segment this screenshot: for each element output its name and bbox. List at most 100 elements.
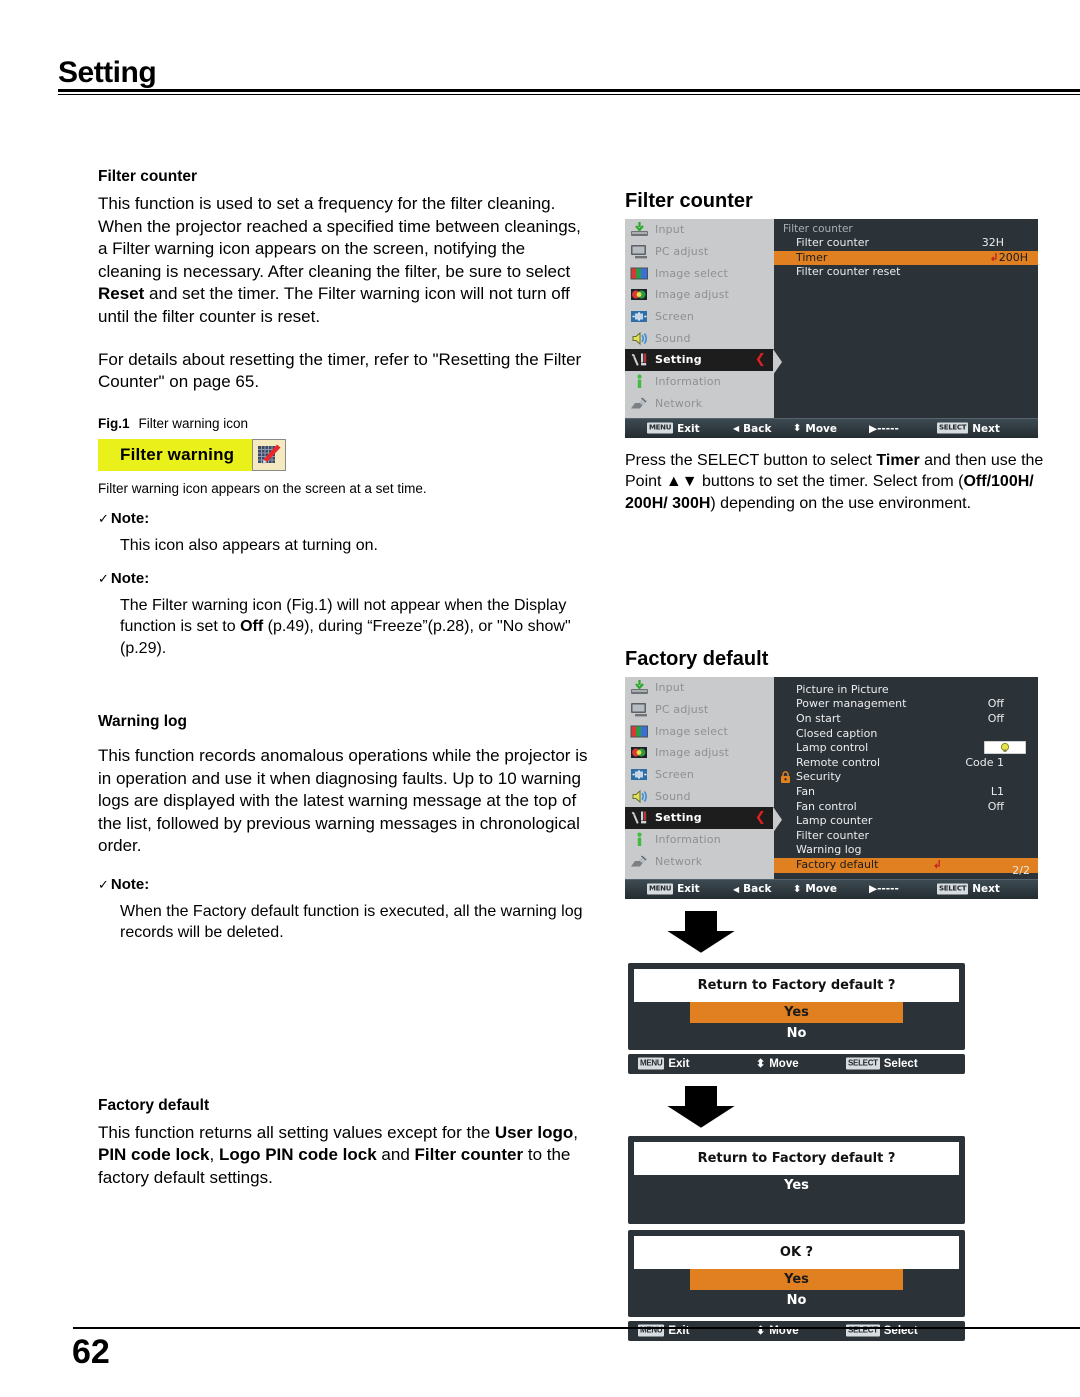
osd-option-timer[interactable]: Timer ↲200H xyxy=(774,250,1038,266)
enter-arrow-icon: ↲ xyxy=(989,250,999,264)
osd-option-filter-counter[interactable]: Filter counter 32H xyxy=(774,236,1038,251)
dialog1-move[interactable]: ⬍ Move xyxy=(756,1057,799,1071)
osd-menu-item-sound[interactable]: Sound xyxy=(625,327,774,349)
osd-menu-item-pc-adjust[interactable]: PC adjust xyxy=(625,241,774,263)
osd1-exit-label: Exit xyxy=(677,422,700,435)
osd1-exit[interactable]: MENU Exit xyxy=(647,422,700,435)
osd-option-fan[interactable]: Fan L1 xyxy=(774,785,1038,800)
osd-menu-item-image-select[interactable]: Image select xyxy=(625,720,774,742)
up-down-arrow-icon: ⬍ xyxy=(756,1058,766,1071)
osd-menu-item-network[interactable]: Network xyxy=(625,393,774,415)
fd-b1: User logo xyxy=(494,1122,574,1142)
dialog3-no-button[interactable]: No xyxy=(634,1290,959,1311)
osd1-back[interactable]: ◀ Back xyxy=(733,423,771,435)
osd1-move-label: Move xyxy=(805,422,838,435)
dialog1-select[interactable]: SELECT Select xyxy=(846,1057,918,1070)
osd-menu-item-pc-adjust[interactable]: PC adjust xyxy=(625,698,774,720)
osd-menu-item-information[interactable]: Information xyxy=(625,371,774,393)
screen-icon xyxy=(629,766,649,782)
osd2-move[interactable]: ⬍ Move xyxy=(793,883,837,895)
dialog1-yes-button[interactable]: Yes xyxy=(690,1001,903,1023)
osd-option-filter-counter-reset[interactable]: Filter counter reset xyxy=(774,265,1038,280)
left-arrow-icon: ◀ xyxy=(733,424,740,433)
dialog2-question: Return to Factory default ? xyxy=(634,1141,959,1175)
osd-menu-item-label: Setting xyxy=(655,811,702,825)
osd-option-on-start[interactable]: On start Off xyxy=(774,712,1038,727)
osd-menu-item-label: Input xyxy=(655,223,685,237)
osd-menu-item-screen[interactable]: Screen xyxy=(625,306,774,328)
osd-option-value: L1 xyxy=(990,784,1004,798)
network-icon xyxy=(629,853,649,869)
osd-menu-item-information[interactable]: Information xyxy=(625,829,774,851)
section-heading-filter-counter: Filter counter xyxy=(98,168,198,185)
osd2-next[interactable]: SELECT Next xyxy=(937,883,1000,895)
osd2-move-label: Move xyxy=(805,883,838,896)
osd-option-value: Off xyxy=(987,711,1004,725)
dialog3-hint-bar: MENU Exit ⬍ Move SELECT Select xyxy=(628,1320,965,1341)
osd-option-security[interactable]: Security xyxy=(774,770,1038,785)
osd-menu-item-network[interactable]: Network xyxy=(625,850,774,872)
select-badge-icon: SELECT xyxy=(846,1057,880,1070)
osd1-next[interactable]: SELECT Next xyxy=(937,422,1000,435)
osd-option-lamp-counter[interactable]: Lamp counter xyxy=(774,814,1038,829)
osd-option-value: Code 1 xyxy=(965,755,1004,769)
osd-option-label: Picture in Picture xyxy=(796,682,889,696)
dialog1-hint-bar: MENU Exit ⬍ Move SELECT Select xyxy=(628,1053,965,1074)
osd-menu-item-image-select[interactable]: Image select xyxy=(625,262,774,284)
osd-option-factory-default[interactable]: Factory default ↲ xyxy=(774,857,1038,873)
osd-option-label: Security xyxy=(796,770,842,784)
section-heading-warning-log: Warning log xyxy=(98,712,187,730)
arrow-head xyxy=(667,1105,735,1128)
osd-menu-item-label: Screen xyxy=(655,310,695,324)
dialog2-yes-option[interactable]: Yes xyxy=(634,1175,959,1196)
osd-menu-item-image-adjust[interactable]: Image adjust xyxy=(625,284,774,306)
osd2-exit[interactable]: MENU Exit xyxy=(647,883,700,895)
note-body-1: This icon also appears at turning on. xyxy=(120,536,378,554)
osd-option-power-management[interactable]: Power management Off xyxy=(774,697,1038,712)
menu-badge-icon: MENU xyxy=(647,422,674,434)
n2-bold: Off xyxy=(240,618,264,636)
osd-option-filter-counter[interactable]: Filter counter xyxy=(774,829,1038,844)
osd-menu-item-sound[interactable]: Sound xyxy=(625,785,774,807)
osd-option-picture-in-picture[interactable]: Picture in Picture xyxy=(774,683,1038,698)
osd-option-value: ↲200H xyxy=(989,250,1029,264)
note-body-2: The Filter warning icon (Fig.1) will not… xyxy=(120,595,588,659)
dialog1-question: Return to Factory default ? xyxy=(634,968,959,1002)
figure-caption: Fig.1 Filter warning icon xyxy=(98,416,588,431)
osd-option-fan-control[interactable]: Fan control Off xyxy=(774,800,1038,815)
note-body-3: When the Factory default function is exe… xyxy=(120,902,583,942)
osd2-exit-label: Exit xyxy=(677,883,700,896)
osd2-page-indicator: 2/2 xyxy=(1012,863,1030,877)
osd-option-value: Off xyxy=(987,697,1004,711)
dialog3-yes-button[interactable]: Yes xyxy=(690,1268,903,1290)
osd-menu-item-label: PC adjust xyxy=(655,702,709,716)
osd-menu-item-image-adjust[interactable]: Image adjust xyxy=(625,742,774,764)
osd1-move[interactable]: ⬍ Move xyxy=(793,423,837,435)
select-badge-icon: SELECT xyxy=(937,883,969,895)
dialog1-exit[interactable]: MENU Exit xyxy=(638,1057,690,1070)
dialog1-no-button[interactable]: No xyxy=(634,1023,959,1044)
osd-menu-item-setting[interactable]: Setting ❮ xyxy=(625,806,774,829)
dialog1-exit-label: Exit xyxy=(668,1057,690,1070)
osd-menu-item-setting[interactable]: Setting ❮ xyxy=(625,349,774,371)
page-number: 62 xyxy=(72,1333,110,1371)
dialog1-select-label: Select xyxy=(883,1057,918,1070)
osd-menu-item-screen[interactable]: Screen xyxy=(625,764,774,786)
osd2-back[interactable]: ◀ Back xyxy=(733,883,771,895)
osd1-next-label: Next xyxy=(972,422,1000,435)
osd-option-remote-control[interactable]: Remote control Code 1 xyxy=(774,756,1038,771)
osd-option-warning-log[interactable]: Warning log xyxy=(774,843,1038,858)
note-heading-3: ✓ Note: xyxy=(98,876,588,893)
osd1-item-list: Filter counter 32H Timer ↲200H Filter counte… xyxy=(774,236,1038,280)
osd-menu-item-label: Network xyxy=(655,396,703,410)
screen-icon xyxy=(629,309,649,325)
dialog1-move-label: Move xyxy=(769,1057,799,1070)
osd-option-closed-caption[interactable]: Closed caption xyxy=(774,727,1038,742)
osd-menu-item-input[interactable]: Input xyxy=(625,219,774,241)
osd-option-lamp-control[interactable]: Lamp control xyxy=(774,740,1038,756)
image-adjust-icon xyxy=(629,287,649,303)
osd-menu-item-input[interactable]: Input xyxy=(625,677,774,699)
flow-arrow-2 xyxy=(667,1085,735,1128)
monitor-icon xyxy=(629,701,649,717)
osd-menu-item-label: Information xyxy=(655,832,721,846)
